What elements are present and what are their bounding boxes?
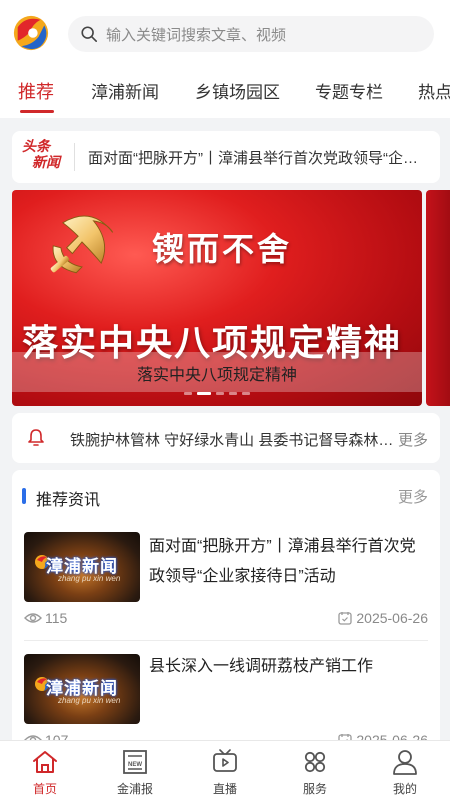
tab-hot[interactable]: 热点 (418, 78, 450, 103)
tab-zhangpu-news[interactable]: 漳浦新闻 (91, 78, 159, 103)
news-item[interactable]: 漳浦新闻 zhang pu xin wen 面对面“把脉开方”丨漳浦县举行首次党… (12, 532, 440, 642)
publish-date: 2025-06-26 (338, 610, 428, 626)
nav-services-label: 服务 (302, 782, 327, 796)
search-icon (81, 26, 98, 43)
carousel-dot (184, 392, 192, 395)
newspaper-icon: NEW (123, 750, 147, 774)
user-icon (393, 750, 417, 775)
banner-carousel[interactable]: 锲而不舍 落实中央八项规定精神 落实中央八项规定精神 (12, 190, 422, 406)
active-tab-indicator (20, 110, 54, 113)
nav-home-label: 首页 (32, 782, 57, 796)
carousel-dot-active (197, 392, 211, 395)
nav-services[interactable]: 服务 (270, 741, 360, 800)
bottom-nav: 首页 NEW 金浦报 直播 服务 我的 (0, 740, 450, 800)
tab-recommend[interactable]: 推荐 (18, 78, 54, 104)
tab-towns-parks[interactable]: 乡镇场园区 (195, 78, 280, 103)
calendar-icon (338, 612, 353, 625)
carousel-dot (229, 392, 237, 395)
recommend-section: 推荐资讯 更多 漳浦新闻 zhang pu xin wen 面对面“把脉开方”丨… (12, 470, 440, 750)
nav-home[interactable]: 首页 (0, 741, 90, 800)
tab-special-topics[interactable]: 专题专栏 (315, 78, 383, 103)
tv-icon (213, 749, 237, 772)
headline-text[interactable]: 面对面“把脉开方”丨漳浦县举行首次党政领导“企业家接待日”活动 (88, 147, 430, 168)
nav-live-label: 直播 (212, 782, 237, 796)
headline-news[interactable]: 头条 新闻 面对面“把脉开方”丨漳浦县举行首次党政领导“企业家接待日”活动 (12, 131, 440, 183)
section-more-link[interactable]: 更多 (398, 486, 428, 507)
eye-icon (24, 613, 42, 623)
news-thumbnail[interactable]: 漳浦新闻 zhang pu xin wen (24, 532, 140, 602)
headline-divider (74, 143, 75, 171)
news-title[interactable]: 县长深入一线调研荔枝产销工作 (149, 652, 429, 682)
section-title: 推荐资讯 (36, 492, 101, 509)
thumbnail-subtitle: zhang pu xin wen (58, 574, 121, 583)
news-title[interactable]: 面对面“把脉开方”丨漳浦县举行首次党政领导“企业家接待日”活动 (149, 532, 429, 592)
nav-newspaper[interactable]: NEW 金浦报 (90, 741, 180, 800)
party-emblem-icon (50, 215, 114, 274)
nav-profile[interactable]: 我的 (360, 741, 450, 800)
banner-next-slide[interactable] (426, 190, 450, 406)
svg-text:NEW: NEW (128, 762, 142, 768)
notice-text[interactable]: 铁腕护林管林 守好绿水青山 县委书记督导森林防火工作 (70, 429, 395, 450)
search-bar[interactable]: 输入关键词搜索文章、视频 (68, 16, 434, 52)
carousel-dot (216, 392, 224, 395)
banner-caption: 落实中央八项规定精神 (136, 367, 297, 384)
news-thumbnail[interactable]: 漳浦新闻 zhang pu xin wen (24, 654, 140, 724)
search-placeholder: 输入关键词搜索文章、视频 (106, 26, 287, 44)
notice-bar[interactable]: 铁腕护林管林 守好绿水青山 县委书记督导森林防火工作 更多 (12, 413, 440, 463)
item-divider (24, 640, 428, 641)
headline-logo: 头条 新闻 (22, 139, 60, 171)
channel-tabs: 推荐 漳浦新闻 乡镇场园区 专题专栏 热点 (0, 70, 450, 114)
banner-slogan: 锲而不舍 (152, 231, 293, 267)
grid-icon (304, 751, 326, 773)
nav-profile-label: 我的 (392, 782, 417, 796)
app-header: 输入关键词搜索文章、视频 推荐 漳浦新闻 乡镇场园区 专题专栏 热点 (0, 0, 450, 118)
nav-newspaper-label: 金浦报 (116, 782, 153, 796)
notice-more-link[interactable]: 更多 (398, 429, 428, 450)
carousel-indicator (184, 392, 250, 395)
home-icon (33, 751, 57, 773)
thumbnail-subtitle: zhang pu xin wen (58, 696, 121, 705)
bell-icon (28, 429, 44, 446)
carousel-dot (242, 392, 250, 395)
view-count: 115 (24, 610, 67, 626)
app-logo-icon[interactable] (12, 14, 50, 52)
section-marker (22, 488, 26, 504)
nav-live[interactable]: 直播 (180, 741, 270, 800)
news-item[interactable]: 漳浦新闻 zhang pu xin wen 县长深入一线调研荔枝产销工作 107… (12, 654, 440, 750)
